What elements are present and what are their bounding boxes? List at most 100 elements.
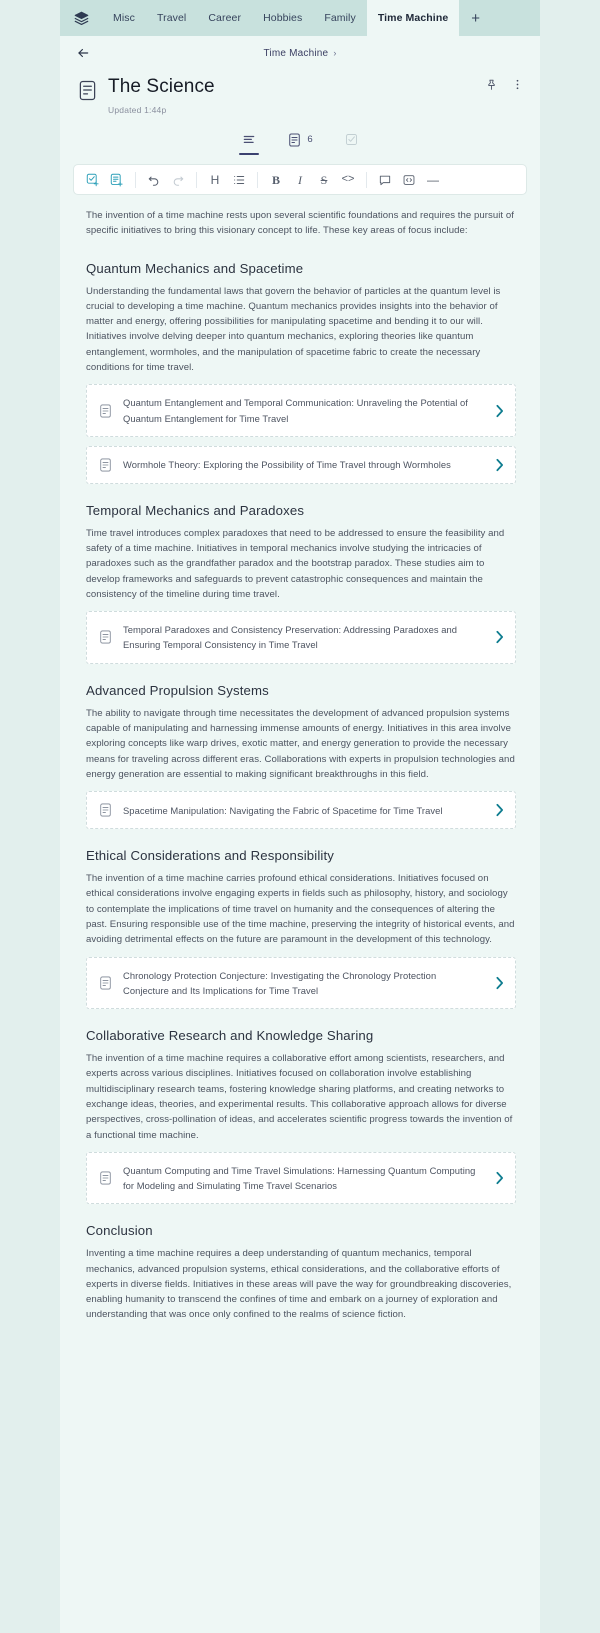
section-heading: Temporal Mechanics and Paradoxes <box>86 502 305 518</box>
linked-note-title: Chronology Protection Conjecture: Invest… <box>123 969 437 996</box>
workspace-tab-career[interactable]: Career <box>197 0 252 36</box>
section-body: Time travel introduces complex paradoxes… <box>86 527 505 600</box>
bullet-list-button[interactable] <box>228 169 250 191</box>
workspace-tab-time-machine[interactable]: Time Machine <box>366 0 460 36</box>
workspace-tab-label: Career <box>208 12 242 24</box>
linked-note-card[interactable]: Chronology Protection Conjecture: Invest… <box>86 956 516 1010</box>
chevron-right-icon[interactable] <box>495 976 504 990</box>
toolbar-separator <box>135 171 136 188</box>
linked-note-card[interactable]: Spacetime Manipulation: Navigating the F… <box>86 791 516 830</box>
document-body: The invention of a time machine rests up… <box>60 194 540 1323</box>
new-tab-label: + <box>471 9 481 27</box>
linked-note-title: Spacetime Manipulation: Navigating the F… <box>123 804 443 816</box>
title-actions <box>485 78 524 91</box>
chevron-right-icon: › <box>333 48 337 58</box>
new-tab-button[interactable]: + <box>459 0 492 36</box>
undo-icon <box>147 173 161 187</box>
breadcrumb[interactable]: Time Machine › <box>263 48 336 59</box>
formatting-toolbar: H B I S <> — <box>74 165 526 194</box>
toolbar-separator <box>366 171 367 188</box>
linked-note-title: Wormhole Theory: Exploring the Possibili… <box>123 459 451 471</box>
note-document-icon <box>99 1171 112 1185</box>
workspace-tab-label: Family <box>324 12 356 24</box>
checkbox-plus-icon <box>86 173 100 187</box>
section-body: The invention of a time machine requires… <box>86 1053 513 1141</box>
chevron-right-icon[interactable] <box>495 1171 504 1185</box>
linked-note-card[interactable]: Quantum Entanglement and Temporal Commun… <box>86 384 516 437</box>
note-document-icon <box>78 80 97 101</box>
layers-icon[interactable] <box>60 0 102 36</box>
horizontal-rule-icon: — <box>427 172 439 187</box>
section-heading: Quantum Mechanics and Spacetime <box>86 260 304 276</box>
code-block-icon <box>402 173 416 187</box>
code-block-button[interactable] <box>398 169 420 191</box>
view-tab-bar: 6 <box>60 129 540 155</box>
note-plus-icon <box>110 173 124 187</box>
chevron-right-icon[interactable] <box>495 630 504 644</box>
more-vertical-icon[interactable] <box>511 78 524 91</box>
chevron-right-icon[interactable] <box>495 458 504 472</box>
section-body: Understanding the fundamental laws that … <box>86 285 501 374</box>
workspace-tab-label: Time Machine <box>377 12 449 24</box>
chevron-right-icon[interactable] <box>495 404 504 418</box>
linked-note-title: Temporal Paradoxes and Consistency Prese… <box>123 624 458 651</box>
section-body: The ability to navigate through time nec… <box>86 707 515 780</box>
strikethrough-button[interactable]: S <box>313 169 335 191</box>
toolbar-separator <box>196 171 197 188</box>
workspace-tab-misc[interactable]: Misc <box>102 0 146 36</box>
arrow-left-icon[interactable] <box>72 42 94 64</box>
workspace-tab-label: Travel <box>156 12 187 24</box>
italic-button[interactable]: I <box>289 169 311 191</box>
bold-icon: B <box>271 172 280 187</box>
workspace-tab-family[interactable]: Family <box>313 0 367 36</box>
linked-note-card[interactable]: Temporal Paradoxes and Consistency Prese… <box>86 611 516 664</box>
chevron-right-icon[interactable] <box>495 803 504 817</box>
page-title: The Science <box>108 76 215 97</box>
add-task-button[interactable] <box>82 169 104 191</box>
heading-button[interactable]: H <box>204 169 226 191</box>
note-document-icon <box>99 458 112 472</box>
note-document-icon <box>99 976 112 990</box>
divider-button[interactable]: — <box>422 169 444 191</box>
section-heading: Ethical Considerations and Responsibilit… <box>86 848 335 864</box>
code-angle-brackets-icon: <> <box>341 173 355 185</box>
workspace-tab-strip: Misc Travel Career Hobbies Family Time Machin… <box>60 0 540 36</box>
bullet-list-icon <box>232 173 246 187</box>
notes-tab[interactable]: 6 <box>288 129 313 155</box>
note-document-icon <box>99 803 112 817</box>
linked-note-card[interactable]: Wormhole Theory: Exploring the Possibili… <box>86 445 516 484</box>
redo-icon <box>171 173 185 187</box>
tasks-tab[interactable] <box>345 129 358 155</box>
view-tab-count: 6 <box>307 134 313 145</box>
redo-button[interactable] <box>167 169 189 191</box>
linked-note-title: Quantum Entanglement and Temporal Commun… <box>123 397 468 424</box>
comment-button[interactable] <box>374 169 396 191</box>
section-heading: Advanced Propulsion Systems <box>86 682 269 698</box>
app-window: Misc Travel Career Hobbies Family Time Machin… <box>0 0 600 1633</box>
workspace-tab-hobbies[interactable]: Hobbies <box>252 0 313 36</box>
note-document-icon <box>288 132 301 147</box>
pin-icon[interactable] <box>485 78 498 91</box>
document-panel: Time Machine › The Science Updated 1:44p… <box>60 36 540 1633</box>
updated-timestamp: Updated 1:44p <box>108 105 167 115</box>
italic-icon: I <box>298 172 302 187</box>
toolbar-separator <box>257 171 258 188</box>
heading-h-icon: H <box>210 172 220 187</box>
breadcrumb-bar: Time Machine › <box>60 36 540 70</box>
linked-note-card[interactable]: Quantum Computing and Time Travel Simula… <box>86 1151 516 1205</box>
workspace-tab-label: Hobbies <box>263 12 303 24</box>
undo-button[interactable] <box>143 169 165 191</box>
section-body: Inventing a time machine requires a deep… <box>86 1248 512 1321</box>
add-note-button[interactable] <box>106 169 128 191</box>
section-body: The invention of a time machine carries … <box>86 873 515 946</box>
comment-bubble-icon <box>378 173 392 187</box>
text-lines-icon <box>242 133 256 147</box>
bold-button[interactable]: B <box>265 169 287 191</box>
workspace-tab-label: Misc <box>113 12 135 24</box>
inline-code-button[interactable]: <> <box>337 169 359 191</box>
breadcrumb-label: Time Machine <box>263 47 329 59</box>
workspace-tab-travel[interactable]: Travel <box>146 0 197 36</box>
outline-tab[interactable] <box>242 129 256 155</box>
document-title-row: The Science <box>60 70 540 101</box>
note-document-icon <box>99 630 112 644</box>
